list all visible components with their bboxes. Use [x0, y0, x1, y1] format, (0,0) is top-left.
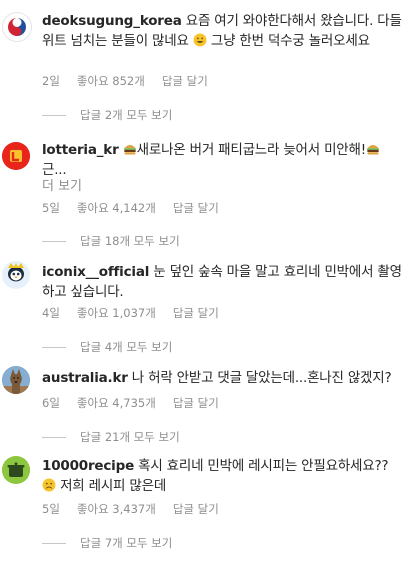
- iconix-penguin-icon: [2, 261, 30, 289]
- burger-emoji: [367, 145, 379, 155]
- comment-text: lotteria_kr 새로나온 버거 패티굽느라 늦어서 미안해! 근...: [42, 140, 410, 180]
- comment-meta: 5일 좋아요 4,142개 답글 달기: [42, 200, 219, 216]
- divider-line: [42, 240, 66, 242]
- avatar[interactable]: [2, 142, 30, 170]
- divider-line: [42, 542, 66, 544]
- comment-time[interactable]: 5일: [42, 200, 60, 216]
- comment-text: iconix__official 눈 덮인 숲속 마을 말고 효리네 민박에서 …: [42, 264, 402, 300]
- avatar[interactable]: [2, 366, 30, 394]
- reply-button[interactable]: 답글 달기: [173, 305, 219, 321]
- comment-username[interactable]: iconix__official: [42, 264, 149, 280]
- comment-username[interactable]: lotteria_kr: [42, 142, 119, 158]
- comment-meta: 4일 좋아요 1,037개 답글 달기: [42, 305, 219, 321]
- reply-button[interactable]: 답글 달기: [173, 501, 219, 517]
- view-replies-button[interactable]: 답글 2개 모두 보기: [42, 107, 172, 123]
- comment-time[interactable]: 5일: [42, 501, 60, 517]
- view-replies-button[interactable]: 답글 7개 모두 보기: [42, 535, 172, 551]
- comment-likes[interactable]: 좋아요 852개: [77, 73, 145, 89]
- avatar[interactable]: [2, 261, 30, 289]
- avatar[interactable]: [2, 456, 30, 484]
- comment-meta: 2일 좋아요 852개 답글 달기: [42, 73, 208, 89]
- comment-username[interactable]: 10000recipe: [42, 458, 134, 474]
- view-replies-button[interactable]: 답글 4개 모두 보기: [42, 339, 172, 355]
- comment-text: australia.kr 나 허락 안받고 댓글 달았는데...혼나진 않겠지?: [42, 370, 392, 386]
- view-replies-button[interactable]: 답글 21개 모두 보기: [42, 429, 180, 445]
- comment-username[interactable]: deoksugung_korea: [42, 13, 182, 29]
- comment-text: deoksugung_korea 요즘 여기 와야한다해서 왔습니다. 다들 위…: [42, 13, 406, 49]
- avatar[interactable]: [2, 12, 32, 42]
- comment-likes[interactable]: 좋아요 3,437개: [77, 501, 156, 517]
- view-replies-button[interactable]: 답글 18개 모두 보기: [42, 233, 180, 249]
- sad-face-emoji: [42, 478, 56, 492]
- comment-meta: 5일 좋아요 3,437개 답글 달기: [42, 501, 219, 517]
- comment-time[interactable]: 2일: [42, 73, 60, 89]
- divider-line: [42, 436, 66, 438]
- comment-likes[interactable]: 좋아요 1,037개: [77, 305, 156, 321]
- comment-username[interactable]: australia.kr: [42, 370, 128, 386]
- reply-button[interactable]: 답글 달기: [173, 395, 219, 411]
- comment-meta: 6일 좋아요 4,735개 답글 달기: [42, 395, 219, 411]
- burger-emoji: [123, 145, 136, 155]
- comment-likes[interactable]: 좋아요 4,735개: [77, 395, 156, 411]
- grinning-face-emoji: [193, 33, 207, 47]
- lotteria-logo-icon: [2, 142, 30, 170]
- divider-line: [42, 346, 66, 348]
- comment-likes[interactable]: 좋아요 4,142개: [77, 200, 156, 216]
- korea-government-emblem-icon: [4, 14, 30, 40]
- reply-button[interactable]: 답글 달기: [162, 73, 208, 89]
- cooking-pot-icon: [2, 456, 30, 484]
- comment-time[interactable]: 4일: [42, 305, 60, 321]
- divider-line: [42, 114, 66, 116]
- comment-text: 10000recipe 혹시 효리네 민박에 레시피는 안필요하세요?? 저희 …: [42, 458, 389, 494]
- reply-button[interactable]: 답글 달기: [173, 200, 219, 216]
- kangaroo-photo-icon: [2, 366, 30, 394]
- more-button[interactable]: 더 보기: [42, 175, 82, 194]
- comment-time[interactable]: 6일: [42, 395, 60, 411]
